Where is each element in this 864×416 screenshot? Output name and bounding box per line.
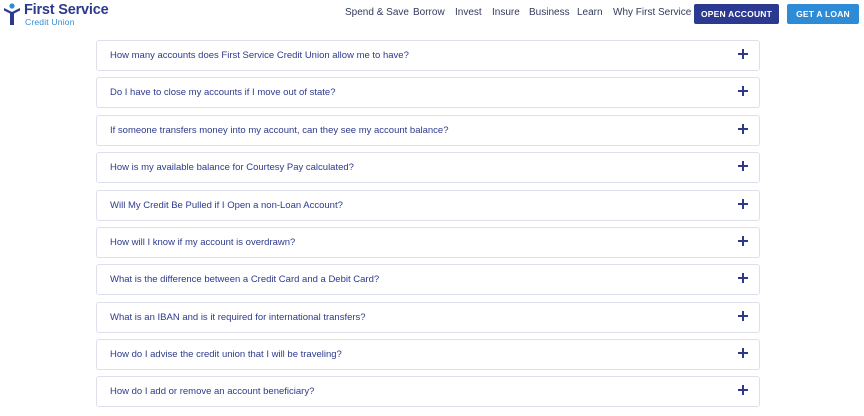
open-account-button[interactable]: OPEN ACCOUNT bbox=[694, 4, 779, 24]
nav-item-borrow[interactable]: Borrow bbox=[413, 7, 445, 19]
faq-question: Do I have to close my accounts if I move… bbox=[110, 87, 336, 98]
faq-item[interactable]: Do I have to close my accounts if I move… bbox=[96, 77, 760, 108]
faq-item[interactable]: What is the difference between a Credit … bbox=[96, 264, 760, 295]
faq-item[interactable]: How will I know if my account is overdra… bbox=[96, 227, 760, 258]
faq-item[interactable]: How is my available balance for Courtesy… bbox=[96, 152, 760, 183]
faq-question: How will I know if my account is overdra… bbox=[110, 237, 296, 248]
plus-icon[interactable] bbox=[738, 124, 748, 134]
faq-item[interactable]: How do I advise the credit union that I … bbox=[96, 339, 760, 370]
faq-item[interactable]: What is an IBAN and is it required for i… bbox=[96, 302, 760, 333]
person-arms-up-icon bbox=[4, 3, 20, 25]
plus-icon[interactable] bbox=[738, 311, 748, 321]
plus-icon[interactable] bbox=[738, 236, 748, 246]
faq-item[interactable]: How do I add or remove an account benefi… bbox=[96, 376, 760, 407]
plus-icon[interactable] bbox=[738, 199, 748, 209]
faq-question: How do I add or remove an account benefi… bbox=[110, 386, 315, 397]
nav-item-learn[interactable]: Learn bbox=[577, 7, 603, 19]
nav-item-why-first-service[interactable]: Why First Service bbox=[613, 7, 691, 19]
faq-item[interactable]: How many accounts does First Service Cre… bbox=[96, 40, 760, 71]
nav-item-business[interactable]: Business bbox=[529, 7, 570, 19]
faq-item[interactable]: Will My Credit Be Pulled if I Open a non… bbox=[96, 190, 760, 221]
faq-question: What is an IBAN and is it required for i… bbox=[110, 312, 366, 323]
brand-name: First Service bbox=[24, 2, 109, 18]
plus-icon[interactable] bbox=[738, 385, 748, 395]
faq-question: How do I advise the credit union that I … bbox=[110, 349, 342, 360]
plus-icon[interactable] bbox=[738, 49, 748, 59]
brand-subtitle: Credit Union bbox=[25, 17, 75, 27]
faq-question: What is the difference between a Credit … bbox=[110, 274, 380, 285]
nav-item-invest[interactable]: Invest bbox=[455, 7, 482, 19]
faq-item[interactable]: If someone transfers money into my accou… bbox=[96, 115, 760, 146]
faq-question: Will My Credit Be Pulled if I Open a non… bbox=[110, 200, 343, 211]
faq-question: If someone transfers money into my accou… bbox=[110, 125, 449, 136]
plus-icon[interactable] bbox=[738, 161, 748, 171]
faq-question: How is my available balance for Courtesy… bbox=[110, 162, 354, 173]
nav-item-spend-save[interactable]: Spend & Save bbox=[345, 7, 409, 19]
plus-icon[interactable] bbox=[738, 273, 748, 283]
get-a-loan-button[interactable]: GET A LOAN bbox=[787, 4, 859, 24]
plus-icon[interactable] bbox=[738, 348, 748, 358]
faq-question: How many accounts does First Service Cre… bbox=[110, 50, 409, 61]
brand-logo[interactable]: First Service Credit Union bbox=[3, 2, 113, 28]
plus-icon[interactable] bbox=[738, 86, 748, 96]
nav-item-insure[interactable]: Insure bbox=[492, 7, 520, 19]
site-header: First Service Credit Union Spend & Save … bbox=[0, 0, 864, 30]
